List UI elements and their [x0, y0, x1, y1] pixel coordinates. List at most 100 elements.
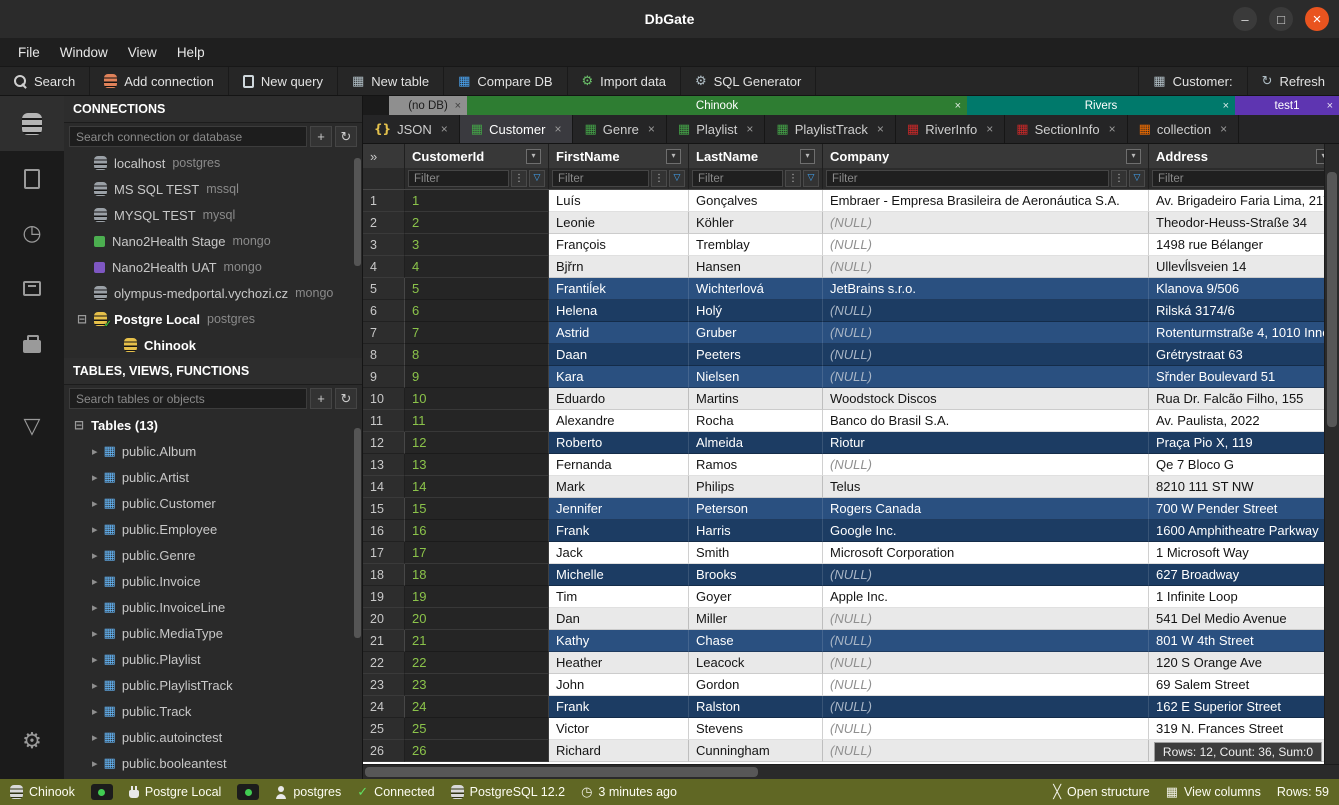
cell-address[interactable]: 1 Infinite Loop [1149, 586, 1339, 608]
row-number[interactable]: 20 [363, 608, 405, 630]
db-tab-no-db[interactable]: (no DB)× [389, 96, 467, 115]
add-table-icon[interactable]: + [310, 388, 332, 409]
sidebar-settings-icon[interactable]: ⚙ [0, 714, 64, 769]
cell-customerid[interactable]: 22 [405, 652, 549, 674]
cell-customerid[interactable]: 23 [405, 674, 549, 696]
cell-company[interactable]: (NULL) [823, 344, 1149, 366]
tab-riverinfo[interactable]: ▦RiverInfo× [896, 115, 1005, 143]
add-connection-icon[interactable]: + [310, 126, 332, 147]
row-header-corner[interactable]: » [363, 144, 405, 168]
chevron-right-icon[interactable]: ▸ [92, 654, 98, 665]
table-item-public-playlist[interactable]: ▸▦public.Playlist [64, 646, 362, 672]
cell-firstname[interactable]: Michelle [549, 564, 689, 586]
row-number[interactable]: 3 [363, 234, 405, 256]
cell-company[interactable]: (NULL) [823, 366, 1149, 388]
column-header-customerid[interactable]: CustomerId▾ [405, 144, 549, 168]
cell-firstname[interactable]: Kara [549, 366, 689, 388]
row-number[interactable]: 17 [363, 542, 405, 564]
status-connected[interactable]: ✓Connected [357, 785, 434, 799]
chevron-right-icon[interactable]: ▸ [92, 472, 98, 483]
cell-address[interactable]: Praça Pio X, 119 [1149, 432, 1339, 454]
connections-scrollbar[interactable] [354, 158, 361, 266]
filter-menu-icon[interactable]: ⋮ [785, 170, 801, 187]
cell-address[interactable]: Ullevĺlsveien 14 [1149, 256, 1339, 278]
cell-firstname[interactable]: John [549, 674, 689, 696]
connection-item-ms-sql-test[interactable]: MS SQL TESTmssql [64, 176, 362, 202]
cell-address[interactable]: Qe 7 Bloco G [1149, 454, 1339, 476]
cell-address[interactable]: 627 Broadway [1149, 564, 1339, 586]
cell-customerid[interactable]: 24 [405, 696, 549, 718]
cell-customerid[interactable]: 25 [405, 718, 549, 740]
cell-firstname[interactable]: Bjřrn [549, 256, 689, 278]
column-header-lastname[interactable]: LastName▾ [689, 144, 823, 168]
cell-company[interactable]: Apple Inc. [823, 586, 1149, 608]
status-open-structure[interactable]: ╳Open structure [1053, 785, 1150, 799]
cell-company[interactable]: (NULL) [823, 322, 1149, 344]
connection-item-postgre-local[interactable]: ⊟✓Postgre Localpostgres [64, 306, 362, 332]
menu-help[interactable]: Help [167, 41, 215, 64]
row-number[interactable]: 23 [363, 674, 405, 696]
cell-firstname[interactable]: Frantiĺek [549, 278, 689, 300]
tab-playlist[interactable]: ▦Playlist× [667, 115, 766, 143]
cell-address[interactable]: Rilská 3174/6 [1149, 300, 1339, 322]
cell-customerid[interactable]: 10 [405, 388, 549, 410]
cell-company[interactable]: (NULL) [823, 564, 1149, 586]
cell-lastname[interactable]: Wichterlová [689, 278, 823, 300]
collapse-icon[interactable]: ⊟ [77, 313, 87, 325]
close-tab-icon[interactable]: × [1109, 122, 1116, 136]
cell-lastname[interactable]: Leacock [689, 652, 823, 674]
cell-address[interactable]: 69 Salem Street [1149, 674, 1339, 696]
horizontal-scrollbar-thumb[interactable] [365, 767, 758, 777]
cell-firstname[interactable]: Heather [549, 652, 689, 674]
tab-customer[interactable]: ▦Customer× [460, 115, 574, 143]
cell-address[interactable]: 541 Del Medio Avenue [1149, 608, 1339, 630]
cell-lastname[interactable]: Philips [689, 476, 823, 498]
row-number[interactable]: 15 [363, 498, 405, 520]
row-number[interactable]: 16 [363, 520, 405, 542]
cell-company[interactable]: Riotur [823, 432, 1149, 454]
status-rows-59[interactable]: Rows: 59 [1277, 785, 1329, 799]
cell-lastname[interactable]: Martins [689, 388, 823, 410]
chevron-right-icon[interactable]: ▸ [92, 524, 98, 535]
cell-customerid[interactable]: 6 [405, 300, 549, 322]
cell-company[interactable]: (NULL) [823, 696, 1149, 718]
db-tab-rivers[interactable]: Rivers× [967, 96, 1235, 115]
cell-address[interactable]: 319 N. Frances Street [1149, 718, 1339, 740]
filter-input-company[interactable] [826, 170, 1109, 187]
cell-address[interactable]: Av. Brigadeiro Faria Lima, 2170 [1149, 190, 1339, 212]
cell-firstname[interactable]: Tim [549, 586, 689, 608]
chevron-right-icon[interactable]: ▸ [92, 498, 98, 509]
filter-funnel-icon[interactable]: ▽ [669, 170, 685, 187]
column-dropdown-icon[interactable]: ▾ [666, 149, 681, 164]
filter-menu-icon[interactable]: ⋮ [1111, 170, 1127, 187]
close-tab-icon[interactable]: × [1223, 100, 1229, 112]
row-number[interactable]: 9 [363, 366, 405, 388]
cell-lastname[interactable]: Nielsen [689, 366, 823, 388]
column-header-firstname[interactable]: FirstName▾ [549, 144, 689, 168]
tables-group-row[interactable]: ⊟ Tables (13) [64, 412, 362, 438]
cell-lastname[interactable]: Ramos [689, 454, 823, 476]
db-tab-chinook[interactable]: Chinook× [467, 96, 967, 115]
column-dropdown-icon[interactable]: ▾ [1126, 149, 1141, 164]
toolbar-new-table-button[interactable]: ▦New table [338, 67, 444, 95]
row-number[interactable]: 11 [363, 410, 405, 432]
row-number[interactable]: 8 [363, 344, 405, 366]
refresh-connections-icon[interactable]: ↻ [335, 126, 357, 147]
close-tab-icon[interactable]: × [455, 100, 461, 112]
cell-customerid[interactable]: 5 [405, 278, 549, 300]
filter-funnel-icon[interactable]: ▽ [529, 170, 545, 187]
cell-customerid[interactable]: 7 [405, 322, 549, 344]
cell-company[interactable]: (NULL) [823, 256, 1149, 278]
status-3-minutes-ago[interactable]: ◷3 minutes ago [581, 785, 677, 799]
cell-lastname[interactable]: Tremblay [689, 234, 823, 256]
cell-address[interactable]: Grétrystraat 63 [1149, 344, 1339, 366]
cell-firstname[interactable]: Daan [549, 344, 689, 366]
cell-customerid[interactable]: 21 [405, 630, 549, 652]
cell-lastname[interactable]: Peterson [689, 498, 823, 520]
cell-lastname[interactable]: Stevens [689, 718, 823, 740]
cell-firstname[interactable]: Leonie [549, 212, 689, 234]
filter-input-customerid[interactable] [408, 170, 509, 187]
cell-company[interactable]: (NULL) [823, 300, 1149, 322]
row-number[interactable]: 10 [363, 388, 405, 410]
cell-address[interactable]: 162 E Superior Street [1149, 696, 1339, 718]
